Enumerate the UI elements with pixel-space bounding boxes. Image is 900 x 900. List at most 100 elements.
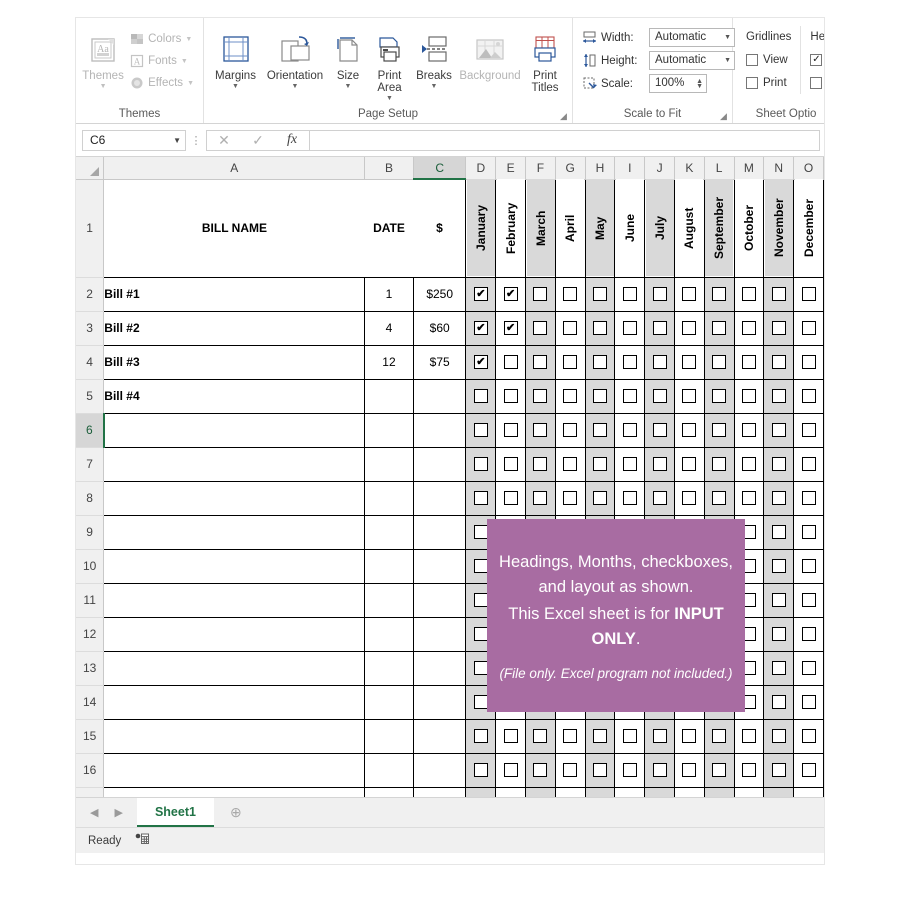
checkbox-icon[interactable] xyxy=(712,457,727,471)
checkbox-icon[interactable] xyxy=(563,321,578,335)
cell-K6-august-checkbox-cell[interactable] xyxy=(673,413,705,448)
cell-N14-november-checkbox-cell[interactable] xyxy=(763,685,795,720)
checkbox-icon[interactable] xyxy=(682,355,697,369)
cell-B7-date[interactable] xyxy=(364,447,414,482)
cell-O6-december-checkbox-cell[interactable] xyxy=(793,413,824,448)
checkbox-icon[interactable] xyxy=(473,491,488,505)
row-header-15[interactable]: 15 xyxy=(76,719,105,754)
checkbox-icon[interactable] xyxy=(622,321,637,335)
cell-F6-march-checkbox-cell[interactable] xyxy=(525,413,556,448)
cell-J7-july-checkbox-cell[interactable] xyxy=(644,447,675,482)
checkbox-icon[interactable]: ✔ xyxy=(503,287,518,301)
cell-M8-october-checkbox-cell[interactable] xyxy=(733,481,765,516)
cell-M2-october-checkbox-cell[interactable] xyxy=(733,276,765,312)
spinner-arrows-icon[interactable]: ▲ ▼ xyxy=(696,78,703,90)
cell-K16-august-checkbox-cell[interactable] xyxy=(673,753,705,788)
cell-C6-amount[interactable] xyxy=(412,413,467,448)
chevron-down-icon[interactable]: ▼ xyxy=(181,58,188,65)
checkbox-icon[interactable] xyxy=(652,457,667,471)
checkbox-icon[interactable] xyxy=(503,355,518,369)
checkbox-icon[interactable] xyxy=(652,729,667,743)
cell-H15-may-checkbox-cell[interactable] xyxy=(584,719,616,754)
cell-N10-november-checkbox-cell[interactable] xyxy=(763,549,795,584)
checkbox-icon[interactable]: ✔ xyxy=(473,355,488,369)
cell-L15-september-checkbox-cell[interactable] xyxy=(703,719,735,754)
cell-A15-bill-name[interactable] xyxy=(103,719,365,754)
checkbox-icon[interactable] xyxy=(771,559,786,573)
cell-C13-amount[interactable] xyxy=(412,651,467,686)
cell-K15-august-checkbox-cell[interactable] xyxy=(673,719,705,754)
checkbox-icon[interactable] xyxy=(771,661,786,675)
cell-O11-december-checkbox-cell[interactable] xyxy=(793,583,824,618)
cell-C5-amount[interactable] xyxy=(412,379,467,414)
cell-L8-september-checkbox-cell[interactable] xyxy=(703,481,735,516)
cell-N15-november-checkbox-cell[interactable] xyxy=(763,719,795,754)
cell-month-header-march[interactable]: March xyxy=(525,179,556,277)
cell-B6-date[interactable] xyxy=(364,413,414,448)
checkbox-icon[interactable] xyxy=(563,389,578,403)
cell-B3-date[interactable]: 4 xyxy=(364,311,414,346)
checkbox-icon[interactable] xyxy=(652,355,667,369)
name-box[interactable]: C6 ▼ xyxy=(82,129,186,151)
checkbox-icon[interactable] xyxy=(473,525,488,539)
checkbox-icon[interactable] xyxy=(563,763,578,777)
cell-K8-august-checkbox-cell[interactable] xyxy=(673,481,705,516)
chevron-down-icon[interactable]: ▼ xyxy=(187,80,194,87)
cell-B11-date[interactable] xyxy=(364,583,414,618)
cell-M5-october-checkbox-cell[interactable] xyxy=(733,379,765,414)
cell-month-header-february[interactable]: February xyxy=(495,179,526,277)
cell-month-header-june[interactable]: June xyxy=(614,179,645,277)
cell-J15-july-checkbox-cell[interactable] xyxy=(644,719,675,754)
cell-G2-april-checkbox-cell[interactable] xyxy=(554,276,586,312)
cell-E8-february-checkbox-cell[interactable] xyxy=(495,481,527,516)
cell-B13-date[interactable] xyxy=(364,651,414,686)
checkbox-icon[interactable] xyxy=(473,423,488,437)
cell-N5-november-checkbox-cell[interactable] xyxy=(763,379,795,414)
cell-F4-march-checkbox-cell[interactable] xyxy=(525,345,556,380)
checkbox-icon[interactable] xyxy=(593,491,607,505)
print-area-button[interactable]: Print Area ▼ xyxy=(368,26,411,103)
row-header-6[interactable]: 6 xyxy=(76,413,105,448)
cell-O13-december-checkbox-cell[interactable] xyxy=(793,651,824,686)
cell-B15-date[interactable] xyxy=(364,719,414,754)
checkbox-icon[interactable] xyxy=(741,457,756,471)
cell-A10-bill-name[interactable] xyxy=(103,549,365,584)
checkbox-icon[interactable] xyxy=(593,729,607,743)
cell-K5-august-checkbox-cell[interactable] xyxy=(673,379,705,414)
cell-O2-december-checkbox-cell[interactable] xyxy=(793,276,824,312)
cell-K3-august-checkbox-cell[interactable] xyxy=(673,311,705,346)
cell-F5-march-checkbox-cell[interactable] xyxy=(525,379,556,414)
checkbox-icon[interactable] xyxy=(771,627,786,641)
checkbox-icon[interactable] xyxy=(533,423,548,437)
column-header-L[interactable]: L xyxy=(704,157,735,180)
row-header-5[interactable]: 5 xyxy=(76,379,105,414)
cell-B17-date[interactable] xyxy=(364,787,414,797)
cell-A2-bill-name[interactable]: Bill #1 xyxy=(103,276,365,312)
cell-D8-january-checkbox-cell[interactable] xyxy=(465,481,497,516)
cell-N13-november-checkbox-cell[interactable] xyxy=(763,651,795,686)
checkbox-icon[interactable] xyxy=(741,287,756,301)
checkbox-icon[interactable] xyxy=(801,661,816,675)
cell-J5-july-checkbox-cell[interactable] xyxy=(644,379,675,414)
row-header-11[interactable]: 11 xyxy=(76,583,105,618)
print-titles-button[interactable]: Print Titles xyxy=(523,26,567,94)
cell-I16-june-checkbox-cell[interactable] xyxy=(614,753,646,788)
cell-I5-june-checkbox-cell[interactable] xyxy=(614,379,646,414)
cell-O7-december-checkbox-cell[interactable] xyxy=(793,447,824,482)
cell-A4-bill-name[interactable]: Bill #3 xyxy=(103,345,365,380)
headings-view-row[interactable]: ✓ xyxy=(810,48,823,71)
cell-C2-amount[interactable]: $250 xyxy=(412,276,467,312)
checkbox-icon[interactable] xyxy=(771,457,786,471)
cell-month-header-september[interactable]: September xyxy=(704,179,735,277)
cell-E17-february-checkbox-cell[interactable] xyxy=(495,787,527,797)
checkbox-icon[interactable] xyxy=(712,287,727,301)
cell-F15-march-checkbox-cell[interactable] xyxy=(525,719,556,754)
column-header-J[interactable]: J xyxy=(644,157,675,180)
cell-N3-november-checkbox-cell[interactable] xyxy=(763,311,795,346)
theme-colors-button[interactable]: Colors ▼ xyxy=(125,28,198,50)
checkbox-icon[interactable] xyxy=(622,287,637,301)
checkbox-icon[interactable] xyxy=(801,355,816,369)
checkbox-icon[interactable] xyxy=(771,695,786,709)
cell-O9-december-checkbox-cell[interactable] xyxy=(793,515,824,550)
cell-G6-april-checkbox-cell[interactable] xyxy=(554,413,586,448)
